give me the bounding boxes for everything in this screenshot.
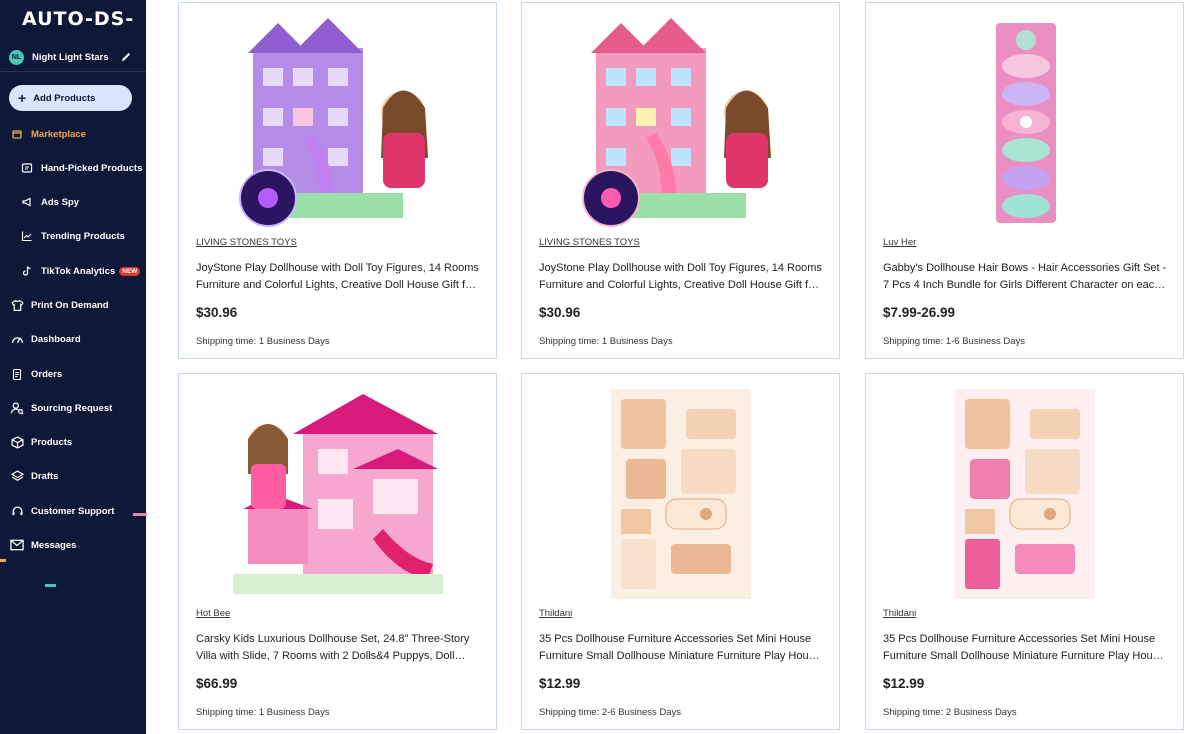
product-image-villa-dollhouse[interactable] xyxy=(232,389,443,599)
product-price: $66.99 xyxy=(196,676,238,691)
sidebar: AUTO-DS- NL Night Light Stars + Add Prod… xyxy=(0,0,147,734)
product-card[interactable]: Hot Bee Carsky Kids Luxurious Dollhouse … xyxy=(178,373,497,730)
nav-products[interactable]: Products xyxy=(0,432,146,452)
mail-icon xyxy=(10,538,24,552)
trending-chart-icon xyxy=(20,229,34,243)
shipping-time: Shipping time: 1 Business Days xyxy=(196,336,330,347)
gauge-icon xyxy=(10,332,24,346)
nav-label: Customer Support xyxy=(31,505,115,517)
nav-label: TikTok Analytics xyxy=(41,265,116,277)
product-title[interactable]: JoyStone Play Dollhouse with Doll Toy Fi… xyxy=(539,260,824,293)
nav-sourcing-request[interactable]: Sourcing Request xyxy=(0,398,146,418)
nav-ads-spy[interactable]: Ads Spy xyxy=(0,192,146,212)
add-products-label: Add Products xyxy=(33,92,96,104)
shipping-time: Shipping time: 2 Business Days xyxy=(883,707,1017,718)
shirt-icon xyxy=(10,298,24,312)
drafts-icon xyxy=(10,469,24,483)
product-price: $12.99 xyxy=(539,676,581,691)
autods-logo[interactable]: AUTO-DS- xyxy=(22,8,134,30)
hand-picked-icon xyxy=(20,161,34,175)
decorative-bar xyxy=(0,559,6,562)
product-brand-link[interactable]: Thildani xyxy=(539,608,572,619)
product-price: $30.96 xyxy=(196,305,238,320)
shipping-time: Shipping time: 1 Business Days xyxy=(539,336,673,347)
shipping-time: Shipping time: 2-6 Business Days xyxy=(539,707,682,718)
nav-dashboard[interactable]: Dashboard xyxy=(0,329,146,349)
product-price: $12.99 xyxy=(883,676,925,691)
nav-label: Print On Demand xyxy=(31,299,109,311)
nav-label: Products xyxy=(31,436,73,448)
store-selector[interactable]: NL Night Light Stars xyxy=(0,44,146,72)
megaphone-icon xyxy=(20,195,34,209)
nav-label: Dashboard xyxy=(31,333,81,345)
product-title[interactable]: Gabby's Dollhouse Hair Bows - Hair Acces… xyxy=(883,260,1168,293)
product-card[interactable]: LIVING STONES TOYS JoyStone Play Dollhou… xyxy=(521,2,840,359)
store-name: Night Light Stars xyxy=(32,52,109,63)
product-card[interactable]: Thildani 35 Pcs Dollhouse Furniture Acce… xyxy=(865,373,1184,730)
product-card[interactable]: Luv Her Gabby's Dollhouse Hair Bows - Ha… xyxy=(865,2,1184,359)
product-image-hair-bows[interactable] xyxy=(920,18,1130,228)
headset-icon xyxy=(10,504,24,518)
product-brand-link[interactable]: Thildani xyxy=(883,608,916,619)
decorative-bar xyxy=(133,513,147,516)
product-image-pink-dollhouse[interactable] xyxy=(576,18,786,228)
marketplace-icon xyxy=(10,127,24,141)
product-price: $30.96 xyxy=(539,305,581,320)
nav-drafts[interactable]: Drafts xyxy=(0,466,146,486)
product-title[interactable]: Carsky Kids Luxurious Dollhouse Set, 24.… xyxy=(196,631,481,664)
product-brand-link[interactable]: Hot Bee xyxy=(196,608,230,619)
product-title[interactable]: JoyStone Play Dollhouse with Doll Toy Fi… xyxy=(196,260,481,293)
nav-label: Orders xyxy=(31,368,63,380)
store-avatar: NL xyxy=(9,50,24,65)
product-image-furniture-set-pink[interactable] xyxy=(920,389,1130,599)
app: AUTO-DS- NL Night Light Stars + Add Prod… xyxy=(0,0,1200,734)
product-title[interactable]: 35 Pcs Dollhouse Furniture Accessories S… xyxy=(883,631,1168,664)
nav-hand-picked-products[interactable]: Hand-Picked Products xyxy=(0,158,146,178)
sourcing-icon xyxy=(10,401,24,415)
nav-label: Hand-Picked Products xyxy=(41,162,143,174)
new-badge: NEW xyxy=(119,266,141,276)
product-brand-link[interactable]: LIVING STONES TOYS xyxy=(539,237,640,248)
decorative-bar xyxy=(45,584,56,587)
box-icon xyxy=(10,435,24,449)
nav-label: Trending Products xyxy=(41,230,125,242)
nav-marketplace[interactable]: Marketplace xyxy=(0,124,146,144)
product-card[interactable]: LIVING STONES TOYS JoyStone Play Dollhou… xyxy=(178,2,497,359)
product-title[interactable]: 35 Pcs Dollhouse Furniture Accessories S… xyxy=(539,631,824,664)
product-price: $7.99-26.99 xyxy=(883,305,956,320)
nav-label: Messages xyxy=(31,539,77,551)
nav-label: Ads Spy xyxy=(41,196,80,208)
orders-icon xyxy=(10,367,24,381)
shipping-time: Shipping time: 1-6 Business Days xyxy=(883,336,1026,347)
nav-label: Sourcing Request xyxy=(31,402,113,414)
add-products-button[interactable]: + Add Products xyxy=(9,85,132,111)
nav-label: Drafts xyxy=(31,470,59,482)
product-image-purple-dollhouse[interactable] xyxy=(233,18,443,228)
tiktok-icon xyxy=(20,264,34,278)
product-brand-link[interactable]: LIVING STONES TOYS xyxy=(196,237,297,248)
nav-label: Marketplace xyxy=(31,128,86,140)
plus-icon: + xyxy=(18,90,27,106)
pencil-icon[interactable] xyxy=(120,51,132,63)
product-card[interactable]: Thildani 35 Pcs Dollhouse Furniture Acce… xyxy=(521,373,840,730)
nav-orders[interactable]: Orders xyxy=(0,364,146,384)
nav-messages[interactable]: Messages xyxy=(0,535,146,555)
shipping-time: Shipping time: 1 Business Days xyxy=(196,707,330,718)
product-brand-link[interactable]: Luv Her xyxy=(883,237,916,248)
nav-customer-support[interactable]: Customer Support xyxy=(0,501,146,521)
nav-tiktok-analytics[interactable]: TikTok Analytics NEW xyxy=(0,261,146,281)
nav-trending-products[interactable]: Trending Products xyxy=(0,226,146,246)
nav-print-on-demand[interactable]: Print On Demand xyxy=(0,295,146,315)
product-image-furniture-set-beige[interactable] xyxy=(576,389,786,599)
